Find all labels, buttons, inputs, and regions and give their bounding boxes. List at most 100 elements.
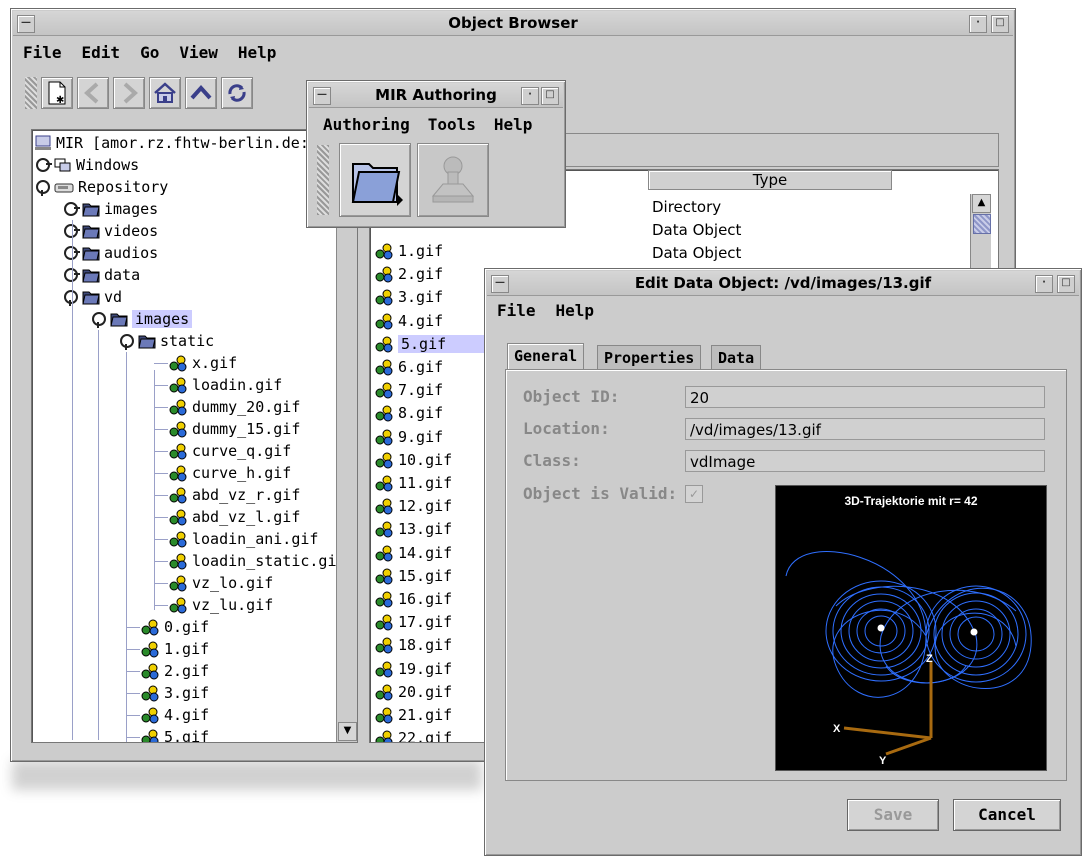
class-field[interactable]: vdImage [685, 450, 1045, 472]
list-item[interactable]: 10.gif [374, 449, 452, 471]
object-valid-checkbox[interactable]: ✓ [685, 485, 703, 503]
authoring-menu-authoring[interactable]: Authoring [323, 115, 410, 134]
list-item[interactable]: 18.gif [374, 634, 452, 656]
new-object-button[interactable]: ✱ [41, 77, 73, 109]
collapse-toggle-icon[interactable] [92, 312, 106, 328]
tree-file-item[interactable]: 2.gif [140, 660, 209, 682]
tree-file-item[interactable]: abd_vz_l.gif [168, 506, 300, 528]
back-button[interactable] [77, 77, 109, 109]
tree-file-item[interactable]: dummy_15.gif [168, 418, 300, 440]
window-menu-icon[interactable]: — [313, 87, 331, 105]
tree-file-item[interactable]: vz_lo.gif [168, 572, 273, 594]
maximize-icon[interactable]: □ [1057, 275, 1075, 293]
location-field[interactable]: /vd/images/13.gif [685, 418, 1045, 440]
browser-menu-edit[interactable]: Edit [82, 43, 121, 62]
list-item[interactable]: 6.gif [374, 356, 443, 378]
list-item[interactable]: 19.gif [374, 658, 452, 680]
authoring-titlebar[interactable]: — MIR Authoring · □ [309, 83, 563, 108]
column-header-type[interactable]: Type [648, 170, 892, 190]
list-item[interactable]: 2.gif [374, 263, 443, 285]
tree-item-images[interactable]: images [64, 198, 158, 220]
tree-item-windows[interactable]: Windows [36, 154, 139, 176]
list-item[interactable]: 1.gif [374, 240, 443, 262]
list-item[interactable]: 15.gif [374, 565, 452, 587]
toolbar-grip[interactable] [25, 77, 37, 109]
list-item[interactable]: 17.gif [374, 611, 452, 633]
object-id-field[interactable]: 20 [685, 386, 1045, 408]
authoring-menu-tools[interactable]: Tools [428, 115, 476, 134]
tree-item-videos[interactable]: videos [64, 220, 158, 242]
expand-toggle-icon[interactable] [64, 268, 80, 282]
tree-file-item[interactable]: curve_h.gif [168, 462, 291, 484]
browser-menu-file[interactable]: File [23, 43, 62, 62]
minimize-icon[interactable]: · [521, 87, 539, 105]
collapse-toggle-icon[interactable] [64, 290, 78, 306]
list-item[interactable]: 20.gif [374, 681, 452, 703]
editor-menu-help[interactable]: Help [556, 301, 595, 320]
browser-menu-help[interactable]: Help [238, 43, 277, 62]
maximize-icon[interactable]: □ [541, 87, 559, 105]
tree-file-item[interactable]: 1.gif [140, 638, 209, 660]
collapse-toggle-icon[interactable] [120, 334, 134, 350]
tree-root[interactable]: MIR [amor.rz.fhtw-berlin.de:S [34, 132, 318, 154]
maximize-icon[interactable]: □ [991, 15, 1009, 33]
tree-file-item[interactable]: 0.gif [140, 616, 209, 638]
list-item[interactable]: 14.gif [374, 542, 452, 564]
tree-item-vd-images[interactable]: images [92, 308, 193, 330]
editor-titlebar[interactable]: — Edit Data Object: /vd/images/13.gif · … [487, 271, 1079, 296]
tree-file-item[interactable]: dummy_20.gif [168, 396, 300, 418]
tree-file-item[interactable]: loadin_static.gif [168, 550, 346, 572]
tab-general[interactable]: General [507, 343, 585, 370]
refresh-button[interactable] [221, 77, 253, 109]
browser-menu-view[interactable]: View [179, 43, 218, 62]
list-item[interactable]: 5.gif [374, 333, 495, 355]
list-item[interactable]: 12.gif [374, 495, 452, 517]
tree-file-item[interactable]: loadin_ani.gif [168, 528, 318, 550]
tree-file-item[interactable]: 4.gif [140, 704, 209, 726]
collapse-toggle-icon[interactable] [36, 180, 50, 196]
list-item[interactable]: 22.gif [374, 727, 452, 742]
tree-file-item[interactable]: x.gif [168, 352, 237, 374]
editor-menu-file[interactable]: File [497, 301, 536, 320]
expand-toggle-icon[interactable] [64, 224, 80, 238]
minimize-icon[interactable]: · [969, 15, 987, 33]
tree-file-item[interactable]: curve_q.gif [168, 440, 291, 462]
tree-file-item[interactable]: abd_vz_r.gif [168, 484, 300, 506]
list-item[interactable]: 11.gif [374, 472, 452, 494]
save-button[interactable]: Save [847, 799, 939, 831]
list-item[interactable]: 13.gif [374, 518, 452, 540]
list-item[interactable]: 16.gif [374, 588, 452, 610]
tab-data[interactable]: Data [711, 345, 762, 370]
authoring-menu-help[interactable]: Help [494, 115, 533, 134]
tree-item-data[interactable]: data [64, 264, 140, 286]
expand-toggle-icon[interactable] [36, 158, 52, 172]
browser-menu-go[interactable]: Go [140, 43, 159, 62]
stamp-tool-button[interactable] [417, 143, 489, 217]
scroll-thumb[interactable] [973, 214, 991, 234]
list-item[interactable]: 8.gif [374, 402, 443, 424]
expand-toggle-icon[interactable] [64, 202, 80, 216]
home-button[interactable] [149, 77, 181, 109]
list-item[interactable]: 21.gif [374, 704, 452, 726]
tree-item-repository[interactable]: Repository [36, 176, 168, 198]
list-item[interactable]: 9.gif [374, 426, 443, 448]
tree-item-static[interactable]: static [120, 330, 214, 352]
scroll-up-arrow[interactable]: ▲ [972, 194, 991, 213]
tree-file-item[interactable]: loadin.gif [168, 374, 282, 396]
forward-button[interactable] [113, 77, 145, 109]
window-menu-icon[interactable]: — [491, 275, 509, 293]
browser-titlebar[interactable]: — Object Browser · □ [13, 11, 1013, 36]
tree-file-item[interactable]: 3.gif [140, 682, 209, 704]
up-button[interactable] [185, 77, 217, 109]
minimize-icon[interactable]: · [1035, 275, 1053, 293]
tree-item-audios[interactable]: audios [64, 242, 158, 264]
cancel-button[interactable]: Cancel [953, 799, 1061, 831]
expand-toggle-icon[interactable] [64, 246, 80, 260]
window-menu-icon[interactable]: — [17, 15, 35, 33]
tree-file-item[interactable]: 5.gif [140, 726, 209, 742]
open-folder-button[interactable] [339, 143, 411, 217]
list-item[interactable]: 4.gif [374, 310, 443, 332]
scroll-down-arrow[interactable]: ▼ [338, 722, 357, 741]
list-item[interactable]: 3.gif [374, 286, 443, 308]
tab-properties[interactable]: Properties [597, 345, 702, 370]
